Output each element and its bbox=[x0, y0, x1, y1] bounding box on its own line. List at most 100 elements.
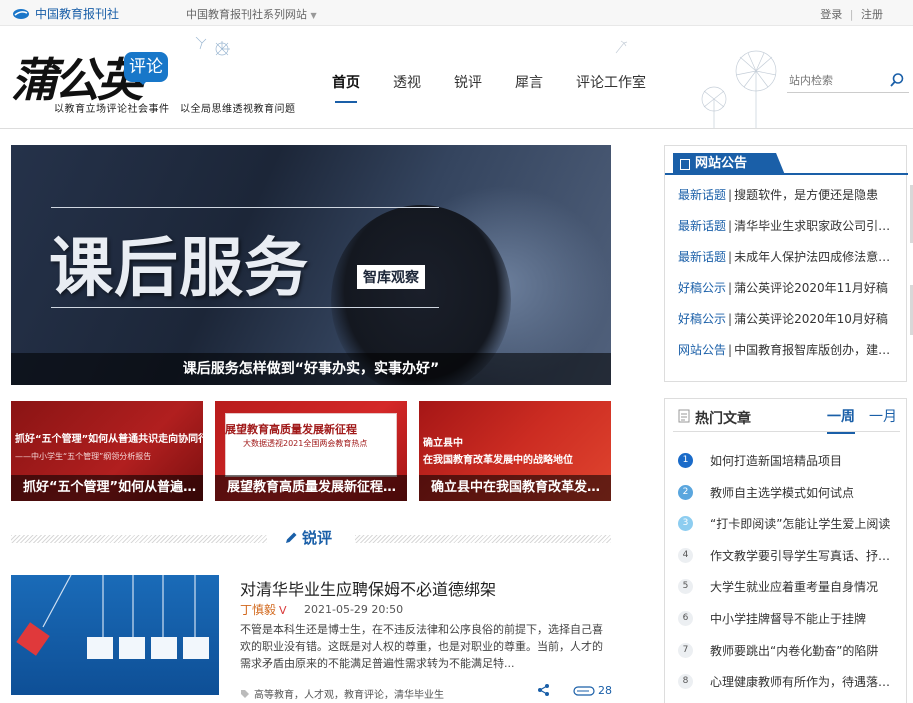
hot-article-title[interactable]: 大学生就业应着重考量自身情况 bbox=[710, 578, 896, 595]
tab-month[interactable]: 一月 bbox=[869, 406, 897, 426]
feature-card-caption[interactable]: 展望教育高质量发展新征程——大数据透视2021全国两会教育热点 bbox=[215, 475, 407, 501]
notice-kind[interactable]: 最新话题 bbox=[678, 250, 726, 264]
notice-kind[interactable]: 好稿公示 bbox=[678, 281, 726, 295]
notice-kind[interactable]: 好稿公示 bbox=[678, 312, 726, 326]
article-author[interactable]: 丁慎毅 V bbox=[240, 601, 287, 618]
notice-separator: | bbox=[728, 188, 733, 202]
feature-card-high-quality[interactable]: 展望教育高质量发展新征程 大数据透视2021全国两会教育热点 展望教育高质量发展… bbox=[215, 401, 407, 501]
section-title[interactable]: 锐评 bbox=[284, 527, 332, 548]
notice-text[interactable]: 中国教育报智库版创办，建言欢迎来稿 bbox=[734, 343, 900, 357]
notice-item[interactable]: 网站公告|中国教育报智库版创办，建言欢迎来稿 bbox=[678, 341, 900, 372]
hot-article-title[interactable]: 如何打造新国培精品项目 bbox=[710, 452, 896, 469]
hot-article-item[interactable]: 6 中小学挂牌督导不能止于挂牌 bbox=[678, 610, 904, 642]
article-tags: 高等教育，人才观，教育评论，清华毕业生 bbox=[240, 686, 444, 701]
article-thumbnail[interactable] bbox=[11, 575, 219, 695]
nav-item-sharp-review[interactable]: 锐评 bbox=[454, 72, 482, 92]
notice-text[interactable]: 搜题软件，是方便还是隐患 bbox=[734, 188, 878, 202]
hot-articles-list: 1 如何打造新国培精品项目 2 教师自主选学模式如何试点 3 “打卡即阅读”怎能让学生… bbox=[678, 452, 904, 703]
hot-articles-panel: 热门文章 一周 一月 1 如何打造新国培精品项目 2 教师自主选学模式如何试点 3 “… bbox=[664, 398, 907, 703]
newtons-cradle-illustration bbox=[16, 575, 209, 659]
rank-badge: 8 bbox=[678, 674, 693, 690]
share-icon[interactable] bbox=[537, 683, 551, 697]
feature-card-caption[interactable]: 确立县中在我国教育改革发展中的战略地位 bbox=[419, 475, 611, 501]
nav-item-rhino-words[interactable]: 犀言 bbox=[515, 72, 543, 92]
notice-separator: | bbox=[728, 250, 733, 264]
feature-card-county-school[interactable]: 确立县中 在我国教育改革发展中的战略地位 确立县中在我国教育改革发展中的战略地位 bbox=[419, 401, 611, 501]
org-logo-icon bbox=[13, 8, 29, 19]
hot-article-item[interactable]: 8 心理健康教师有所作为，待遇落实是关键 bbox=[678, 673, 904, 703]
hot-article-item[interactable]: 4 作文教学要引导学生写真话、抒真情 bbox=[678, 547, 904, 579]
hot-article-item[interactable]: 5 大学生就业应着重考量自身情况 bbox=[678, 578, 904, 610]
banner-tag: 智库观察 bbox=[357, 265, 425, 289]
feature-card-image-title: 抓好“五个管理”如何从普通共识走向协同行动 bbox=[15, 434, 203, 445]
banner-title: 课后服务 bbox=[49, 232, 309, 306]
notice-separator: | bbox=[728, 312, 733, 326]
notice-text[interactable]: 蒲公英评论2020年11月好稿 bbox=[734, 281, 888, 295]
article-title[interactable]: 对清华毕业生应聘保姆不必道德绑架 bbox=[240, 576, 496, 600]
nav-item-studio[interactable]: 评论工作室 bbox=[576, 72, 646, 92]
banner-caption[interactable]: 课后服务怎样做到“好事办实，实事办好” bbox=[11, 353, 611, 385]
hot-article-title[interactable]: “打卡即阅读”怎能让学生爱上阅读 bbox=[710, 515, 896, 532]
notice-kind[interactable]: 最新话题 bbox=[678, 219, 726, 233]
rank-badge: 3 bbox=[678, 516, 693, 532]
feature-card-five-management[interactable]: 抓好“五个管理”如何从普通共识走向协同行动 ——中小学生“五个管理”纲领分析报告… bbox=[11, 401, 203, 501]
top-bar: 中国教育报刊社 中国教育报刊社系列网站 ▼ 登录 | 注册 bbox=[0, 0, 913, 26]
notice-kind[interactable]: 网站公告 bbox=[678, 343, 726, 357]
notice-item[interactable]: 好稿公示 | 蒲公英评论2020年11月好稿 bbox=[678, 279, 900, 310]
hero-banner[interactable]: 课后服务 智库观察 课后服务怎样做到“好事办实，实事办好” bbox=[11, 145, 611, 385]
pen-icon bbox=[286, 532, 297, 543]
notice-item[interactable]: 最新话题 | 清华毕业生求职家政公司引发热议 bbox=[678, 217, 900, 248]
nav-item-home[interactable]: 首页 bbox=[332, 72, 360, 103]
notice-kind[interactable]: 最新话题 bbox=[678, 188, 726, 202]
hot-article-title[interactable]: 作文教学要引导学生写真话、抒真情 bbox=[710, 547, 896, 564]
search-input[interactable] bbox=[787, 71, 883, 89]
section-divider-left bbox=[11, 535, 267, 543]
hot-article-item[interactable]: 1 如何打造新国培精品项目 bbox=[678, 452, 904, 484]
rank-badge: 1 bbox=[678, 453, 693, 468]
rank-badge: 7 bbox=[678, 642, 693, 658]
hot-article-item[interactable]: 3 “打卡即阅读”怎能让学生爱上阅读 bbox=[678, 515, 904, 547]
search-icon[interactable] bbox=[889, 72, 905, 88]
nav-item-perspective[interactable]: 透视 bbox=[393, 72, 421, 92]
hot-article-title[interactable]: 中小学挂牌督导不能止于挂牌 bbox=[710, 610, 896, 627]
article-date: 2021-05-29 20:50 bbox=[304, 603, 404, 616]
feature-card-image-subtitle: ——中小学生“五个管理”纲领分析报告 bbox=[15, 452, 152, 461]
notice-separator: | bbox=[728, 343, 733, 357]
hot-article-title[interactable]: 心理健康教师有所作为，待遇落实是关键 bbox=[710, 673, 896, 690]
section-title-text: 锐评 bbox=[302, 529, 333, 547]
site-header: 蒲公英 评论 以教育立场评论社会事件 以全局思维透视教育问题 首页 透视 锐评 … bbox=[0, 27, 913, 129]
verified-badge: V bbox=[279, 604, 287, 617]
login-link[interactable]: 登录 bbox=[820, 8, 842, 21]
notice-item[interactable]: 最新话题|未成年人保护法四成修法意见来自未成年人 bbox=[678, 248, 900, 279]
org-name: 中国教育报刊社 bbox=[35, 7, 120, 21]
author-name: 丁慎毅 bbox=[240, 603, 277, 617]
notice-text[interactable]: 未成年人保护法四成修法意见来自未成年人 bbox=[734, 250, 900, 264]
notice-separator: | bbox=[728, 219, 733, 233]
tab-week[interactable]: 一周 bbox=[827, 406, 855, 434]
comment-count-value: 28 bbox=[598, 684, 612, 697]
dandelion-decoration-icon bbox=[195, 37, 230, 56]
rank-badge: 6 bbox=[678, 610, 693, 626]
notice-text[interactable]: 蒲公英评论2020年10月好稿 bbox=[734, 312, 888, 326]
hot-article-title[interactable]: 教师自主选学模式如何试点 bbox=[710, 484, 896, 501]
org-link[interactable]: 中国教育报刊社 bbox=[12, 5, 119, 22]
hot-article-item[interactable]: 7 教师要跳出“内卷化勤奋”的陷阱 bbox=[678, 642, 904, 674]
logo-badge: 评论 bbox=[124, 52, 168, 85]
auth-divider: | bbox=[849, 8, 854, 21]
site-search bbox=[787, 71, 909, 93]
feature-card-caption[interactable]: 抓好“五个管理”如何从普遍共识走向协同行动 bbox=[11, 475, 203, 501]
comment-count[interactable]: 28 bbox=[573, 684, 612, 697]
notice-separator: | bbox=[728, 281, 733, 295]
seed-decoration-icon bbox=[615, 40, 628, 54]
feature-card-image-subtitle: 在我国教育改革发展中的战略地位 bbox=[423, 455, 573, 466]
feature-card-image-title: 展望教育高质量发展新征程 bbox=[225, 423, 357, 436]
notice-item[interactable]: 最新话题 | 搜题软件，是方便还是隐患 bbox=[678, 186, 900, 217]
hot-article-item[interactable]: 2 教师自主选学模式如何试点 bbox=[678, 484, 904, 516]
notice-item[interactable]: 好稿公示 | 蒲公英评论2020年10月好稿 bbox=[678, 310, 900, 341]
register-link[interactable]: 注册 bbox=[861, 8, 883, 21]
article-tags-text[interactable]: 高等教育，人才观，教育评论，清华毕业生 bbox=[254, 686, 444, 701]
notice-text[interactable]: 清华毕业生求职家政公司引发热议 bbox=[734, 219, 900, 233]
hot-article-title[interactable]: 教师要跳出“内卷化勤奋”的陷阱 bbox=[710, 642, 896, 659]
main-nav: 首页 透视 锐评 犀言 评论工作室 bbox=[332, 72, 679, 103]
sites-dropdown[interactable]: 中国教育报刊社系列网站 ▼ bbox=[186, 6, 317, 22]
